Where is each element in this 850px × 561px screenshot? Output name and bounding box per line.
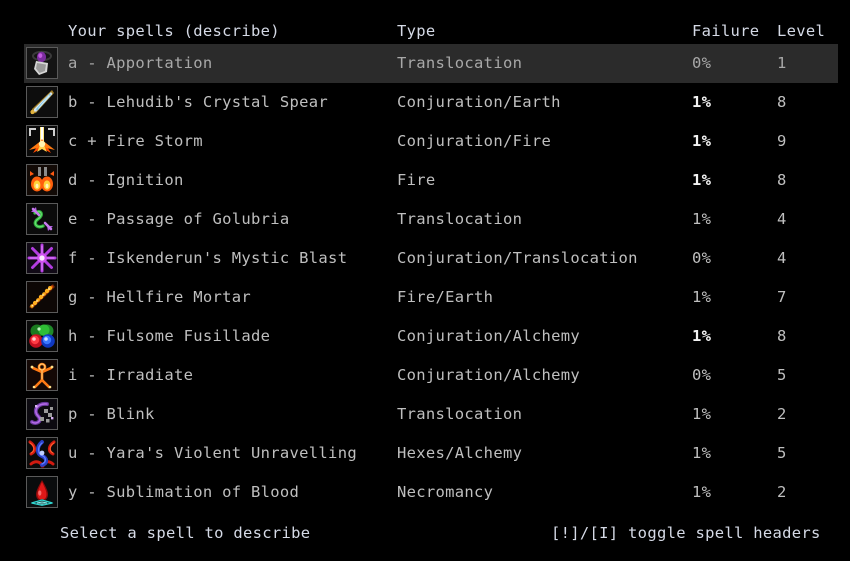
spell-failure-value: 1% (692, 132, 712, 150)
spell-level-value: 2 (777, 405, 787, 423)
spell-failure-value: 1% (692, 93, 712, 111)
mystic-blast-icon (26, 242, 58, 274)
spell-name-label: u - Yara's Violent Unravelling (68, 444, 357, 462)
spell-failure-value: 1% (692, 210, 712, 228)
spell-row-g[interactable]: g - Hellfire Mortar Fire/Earth 1% 7 (0, 278, 850, 317)
apportation-icon (26, 47, 58, 79)
spell-failure-value: 1% (692, 444, 712, 462)
spell-row-d[interactable]: d - Ignition Fire 1% 8 (0, 161, 850, 200)
spell-level-value: 9 (777, 132, 787, 150)
spell-name-label: h - Fulsome Fusillade (68, 327, 271, 345)
ignition-icon (26, 164, 58, 196)
spell-level-value: 5 (777, 366, 787, 384)
spell-level-value: 8 (777, 327, 787, 345)
spell-type-label: Translocation (397, 54, 523, 72)
spell-name-label: c + Fire Storm (68, 132, 203, 150)
spell-failure-value: 1% (692, 171, 712, 189)
spell-type-label: Conjuration/Earth (397, 93, 561, 111)
spell-type-label: Necromancy (397, 483, 494, 501)
spell-name-label: y - Sublimation of Blood (68, 483, 300, 501)
spell-level-value: 1 (777, 54, 787, 72)
spell-row-y[interactable]: y - Sublimation of Blood Necromancy 1% 2 (0, 473, 850, 512)
spell-level-value: 8 (777, 93, 787, 111)
spell-failure-value: 0% (692, 249, 712, 267)
spell-type-label: Conjuration/Translocation (397, 249, 638, 267)
spell-type-label: Translocation (397, 210, 523, 228)
footer-right-hint: [!]/[I] toggle spell headers (551, 524, 821, 542)
header-spell-name: Your spells (describe) (68, 22, 280, 40)
spell-failure-value: 0% (692, 54, 712, 72)
spell-failure-value: 1% (692, 288, 712, 306)
spell-name-label: b - Lehudib's Crystal Spear (68, 93, 329, 111)
spell-type-label: Conjuration/Alchemy (397, 366, 581, 384)
spell-name-label: i - Irradiate (68, 366, 194, 384)
crystal-spear-icon (26, 86, 58, 118)
spell-level-value: 7 (777, 288, 787, 306)
spell-row-u[interactable]: u - Yara's Violent Unravelling Hexes/Alch… (0, 434, 850, 473)
spell-row-i[interactable]: i - Irradiate Conjuration/Alchemy 0% 5 (0, 356, 850, 395)
spell-name-label: a - Apportation (68, 54, 213, 72)
spell-row-b[interactable]: b - Lehudib's Crystal Spear Conjuration/E… (0, 83, 850, 122)
spell-type-label: Fire/Earth (397, 288, 494, 306)
spell-name-label: f - Iskenderun's Mystic Blast (68, 249, 348, 267)
spell-row-f[interactable]: f - Iskenderun's Mystic Blast Conjuration… (0, 239, 850, 278)
passage-of-golubria-icon (26, 203, 58, 235)
spell-row-e[interactable]: e - Passage of Golubria Translocation 1% 4 (0, 200, 850, 239)
spell-row-h[interactable]: h - Fulsome Fusillade Conjuration/Alchemy… (0, 317, 850, 356)
spell-row-c[interactable]: c + Fire Storm Conjuration/Fire 1% 9 (0, 122, 850, 161)
spell-failure-value: 1% (692, 327, 712, 345)
spell-failure-value: 0% (692, 366, 712, 384)
spell-level-value: 5 (777, 444, 787, 462)
spell-list-header: Your spells (describe) Type Failure Leve… (0, 18, 850, 44)
spell-type-label: Hexes/Alchemy (397, 444, 523, 462)
sublimation-of-blood-icon (26, 476, 58, 508)
header-spell-failure: Failure (692, 22, 760, 40)
spell-level-value: 4 (777, 249, 787, 267)
spell-list-screen: Your spells (describe) Type Failure Leve… (0, 0, 850, 561)
spell-level-value: 2 (777, 483, 787, 501)
header-spell-level: Level (777, 22, 826, 40)
spell-type-label: Conjuration/Alchemy (397, 327, 581, 345)
blink-icon (26, 398, 58, 430)
spell-name-label: g - Hellfire Mortar (68, 288, 252, 306)
spell-failure-value: 1% (692, 405, 712, 423)
header-spell-type: Type (397, 22, 436, 40)
spell-name-label: d - Ignition (68, 171, 184, 189)
fulsome-fusillade-icon (26, 320, 58, 352)
spell-row-a[interactable]: a - Apportation Translocation 0% 1 (0, 44, 850, 83)
footer-hints: Select a spell to describe [!]/[I] toggl… (0, 519, 850, 547)
spell-failure-value: 1% (692, 483, 712, 501)
spell-list: a - Apportation Translocation 0% 1 b - Lehud… (0, 44, 850, 512)
spell-name-label: p - Blink (68, 405, 155, 423)
irradiate-icon (26, 359, 58, 391)
spell-name-label: e - Passage of Golubria (68, 210, 290, 228)
hellfire-mortar-icon (26, 281, 58, 313)
footer-left-hint: Select a spell to describe (60, 524, 311, 542)
spell-type-label: Translocation (397, 405, 523, 423)
spell-type-label: Conjuration/Fire (397, 132, 552, 150)
spell-level-value: 8 (777, 171, 787, 189)
spell-level-value: 4 (777, 210, 787, 228)
yaras-violent-unravelling-icon (26, 437, 58, 469)
fire-storm-icon (26, 125, 58, 157)
spell-type-label: Fire (397, 171, 436, 189)
spell-row-p[interactable]: p - Blink Translocation 1% 2 (0, 395, 850, 434)
